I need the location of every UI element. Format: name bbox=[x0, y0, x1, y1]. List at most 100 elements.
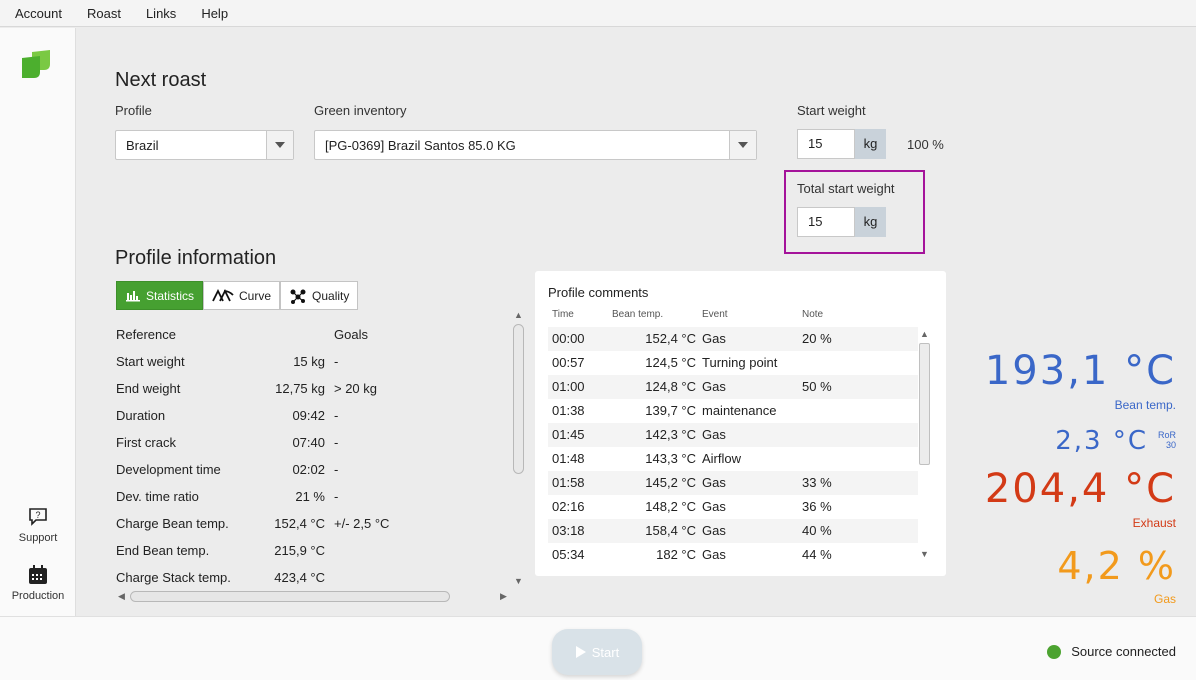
cell-note: 44 % bbox=[802, 547, 832, 562]
table-row[interactable]: 02:16 148,2 °C Gas 36 % bbox=[548, 495, 918, 519]
statistics-horizontal-scrollbar[interactable]: ◀ ▶ bbox=[116, 590, 512, 604]
start-weight-input[interactable]: 15 bbox=[797, 129, 855, 159]
ror-label-bottom: 30 bbox=[1165, 440, 1176, 450]
chevron-down-icon[interactable] bbox=[729, 131, 756, 159]
menu-roast[interactable]: Roast bbox=[72, 6, 131, 21]
table-row: First crack 07:40 - bbox=[116, 435, 511, 462]
table-row[interactable]: 01:48 143,3 °C Airflow bbox=[548, 447, 918, 471]
cell-event: Gas bbox=[702, 379, 726, 394]
gas-value: 4,2 % bbox=[1057, 544, 1176, 588]
inventory-select[interactable]: [PG-0369] Brazil Santos 85.0 KG bbox=[314, 130, 757, 160]
cell-time: 03:18 bbox=[552, 523, 585, 538]
cell-bean-temp: 148,2 °C bbox=[645, 499, 696, 514]
comments-scrollbar[interactable]: ▲ ▼ bbox=[917, 329, 931, 561]
start-weight-unit: kg bbox=[855, 129, 886, 159]
row-value: 12,75 kg bbox=[275, 381, 325, 396]
col-bean-temp: Bean temp. bbox=[612, 309, 664, 320]
chevron-down-icon[interactable]: ▼ bbox=[514, 576, 523, 586]
row-value: 02:02 bbox=[292, 462, 325, 477]
scrollbar-thumb[interactable] bbox=[513, 324, 524, 474]
start-button[interactable]: Start bbox=[552, 629, 642, 675]
total-weight-input[interactable]: 15 bbox=[797, 207, 855, 237]
table-row[interactable]: 03:18 158,4 °C Gas 40 % bbox=[548, 519, 918, 543]
tab-curve[interactable]: Curve bbox=[203, 281, 281, 310]
menu-links[interactable]: Links bbox=[131, 6, 186, 21]
tab-quality-label: Quality bbox=[312, 288, 350, 303]
cell-time: 00:00 bbox=[552, 331, 585, 346]
row-value: 152,4 °C bbox=[274, 516, 325, 531]
production-button[interactable]: Production bbox=[0, 564, 76, 602]
statistics-vertical-scrollbar[interactable]: ▲ ▼ bbox=[511, 310, 525, 588]
cell-event: maintenance bbox=[702, 403, 777, 418]
profile-label: Profile bbox=[115, 103, 152, 118]
table-row: Charge Stack temp. 423,4 °C bbox=[116, 570, 511, 586]
chevron-left-icon[interactable]: ◀ bbox=[118, 591, 125, 602]
table-row[interactable]: 01:45 142,3 °C Gas bbox=[548, 423, 918, 447]
statistics-table: Reference Goals Start weight 15 kg - End… bbox=[116, 324, 511, 586]
connection-status: Source connected bbox=[1047, 644, 1176, 659]
chevron-down-icon[interactable]: ▼ bbox=[920, 549, 929, 559]
cell-event: Gas bbox=[702, 475, 726, 490]
table-row[interactable]: 00:00 152,4 °C Gas 20 % bbox=[548, 327, 918, 351]
chevron-right-icon[interactable]: ▶ bbox=[500, 591, 507, 602]
table-row[interactable]: 01:58 145,2 °C Gas 33 % bbox=[548, 471, 918, 495]
app-logo[interactable] bbox=[20, 48, 52, 80]
svg-text:?: ? bbox=[35, 510, 40, 520]
inventory-value: [PG-0369] Brazil Santos 85.0 KG bbox=[325, 137, 516, 153]
inventory-label: Green inventory bbox=[314, 103, 407, 118]
tab-statistics[interactable]: Statistics bbox=[116, 281, 204, 310]
table-row[interactable]: 01:00 124,8 °C Gas 50 % bbox=[548, 375, 918, 399]
table-row[interactable]: 05:34 182 °C Gas 44 % bbox=[548, 543, 918, 567]
row-goal: +/- 2,5 °C bbox=[334, 516, 390, 531]
main-panel: Next roast Profile Brazil Green inventor… bbox=[77, 28, 1196, 616]
row-key: End Bean temp. bbox=[116, 543, 210, 558]
menu-bar: Account Roast Links Help bbox=[0, 0, 1196, 27]
start-weight-field[interactable]: 15 kg bbox=[797, 129, 886, 159]
gas-label: Gas bbox=[1153, 592, 1176, 606]
cell-event: Gas bbox=[702, 331, 726, 346]
menu-help[interactable]: Help bbox=[186, 6, 238, 21]
row-goal: - bbox=[334, 408, 339, 423]
row-key: Dev. time ratio bbox=[116, 489, 199, 504]
table-row: Charge Bean temp. 152,4 °C +/- 2,5 °C bbox=[116, 516, 511, 543]
ror-label-top: RoR bbox=[1157, 430, 1176, 440]
cell-event: Gas bbox=[702, 427, 726, 442]
chevron-down-icon[interactable] bbox=[266, 131, 293, 159]
row-key: Start weight bbox=[116, 354, 185, 369]
table-row: Dev. time ratio 21 % - bbox=[116, 489, 511, 516]
row-key: Development time bbox=[116, 462, 221, 477]
statistics-header: Reference Goals bbox=[116, 327, 511, 354]
row-goal: - bbox=[334, 354, 339, 369]
table-row: Duration 09:42 - bbox=[116, 408, 511, 435]
tab-curve-label: Curve bbox=[239, 288, 272, 303]
cell-bean-temp: 124,5 °C bbox=[645, 355, 696, 370]
support-button[interactable]: ? Support bbox=[0, 506, 76, 544]
exhaust-value: 204,4 °C bbox=[984, 466, 1176, 512]
total-weight-field[interactable]: 15 kg bbox=[797, 207, 886, 237]
table-row[interactable]: 01:38 139,7 °C maintenance bbox=[548, 399, 918, 423]
chevron-up-icon[interactable]: ▲ bbox=[514, 310, 523, 320]
table-row[interactable]: 00:57 124,5 °C Turning point bbox=[548, 351, 918, 375]
cell-time: 00:57 bbox=[552, 355, 585, 370]
cell-bean-temp: 158,4 °C bbox=[645, 523, 696, 538]
scrollbar-thumb[interactable] bbox=[130, 591, 450, 602]
row-value: 15 kg bbox=[293, 354, 325, 369]
profile-comments-panel: Profile comments Time Bean temp. Event N… bbox=[535, 271, 946, 576]
cell-bean-temp: 143,3 °C bbox=[645, 451, 696, 466]
cell-event: Turning point bbox=[702, 355, 778, 370]
reference-header: Reference bbox=[116, 327, 176, 342]
menu-account[interactable]: Account bbox=[0, 6, 72, 21]
next-roast-title: Next roast bbox=[115, 69, 207, 91]
support-icon: ? bbox=[29, 508, 47, 526]
chevron-up-icon[interactable]: ▲ bbox=[920, 329, 929, 339]
row-key: Charge Bean temp. bbox=[116, 516, 229, 531]
support-label: Support bbox=[18, 532, 58, 544]
cell-time: 05:34 bbox=[552, 547, 585, 562]
tab-quality[interactable]: Quality bbox=[280, 281, 359, 310]
row-value: 423,4 °C bbox=[274, 570, 325, 585]
scrollbar-thumb[interactable] bbox=[919, 343, 930, 465]
ror-label: RoR 30 bbox=[1158, 430, 1176, 450]
start-label: Start bbox=[591, 644, 620, 660]
cell-time: 02:16 bbox=[552, 499, 585, 514]
profile-select[interactable]: Brazil bbox=[115, 130, 294, 160]
